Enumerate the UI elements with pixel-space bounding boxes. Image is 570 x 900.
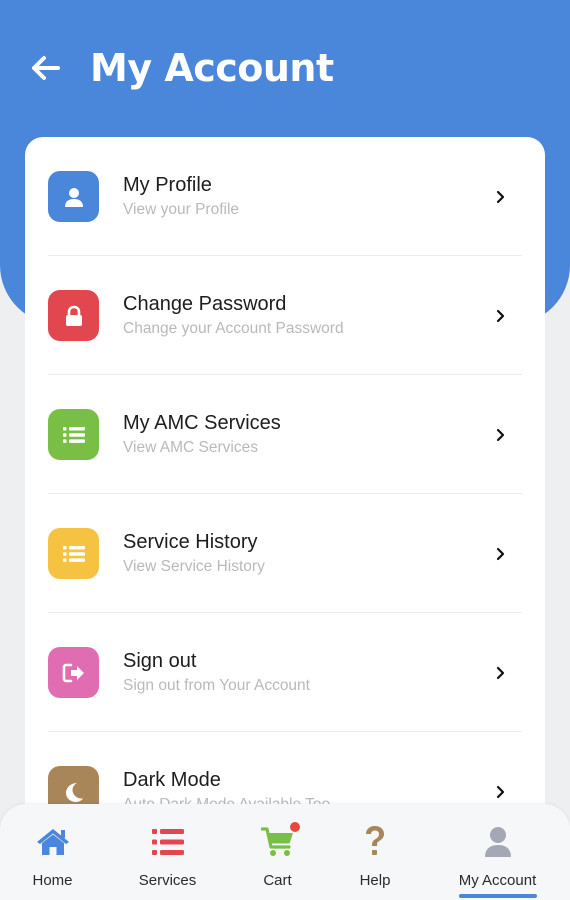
- lock-icon: [65, 305, 82, 326]
- user-icon: [64, 187, 83, 207]
- nav-label: My Account: [458, 872, 537, 889]
- bottom-navigation: Home Services Cart Help My Account: [0, 804, 570, 900]
- cart-icon: [260, 827, 293, 856]
- user-icon: [484, 827, 511, 857]
- menu-item-my-profile[interactable]: My Profile View your Profile: [48, 137, 522, 256]
- chevron-right-icon: [490, 187, 510, 207]
- list-icon: [62, 426, 85, 443]
- page-title: My Account: [90, 46, 334, 90]
- menu-item-subtitle: Sign out from Your Account: [123, 677, 310, 694]
- list-icon: [62, 545, 85, 562]
- menu-item-subtitle: View AMC Services: [123, 439, 258, 456]
- history-icon-badge: [48, 528, 99, 579]
- question-icon: [366, 826, 384, 855]
- menu-item-title: Dark Mode: [123, 769, 221, 791]
- menu-item-my-amc-services[interactable]: My AMC Services View AMC Services: [48, 375, 522, 494]
- chevron-right-icon: [490, 306, 510, 326]
- moon-icon: [65, 782, 83, 802]
- menu-item-subtitle: View Service History: [123, 558, 265, 575]
- nav-item-cart[interactable]: Cart: [230, 804, 325, 900]
- active-tab-indicator: [458, 894, 537, 898]
- menu-item-subtitle: View your Profile: [123, 201, 240, 218]
- nav-label: Help: [359, 872, 391, 889]
- nav-label: Services: [138, 872, 197, 889]
- chevron-right-icon: [490, 663, 510, 683]
- nav-label: Cart: [263, 872, 292, 889]
- nav-item-help[interactable]: Help: [325, 804, 425, 900]
- nav-label: Home: [32, 872, 73, 889]
- password-icon-badge: [48, 290, 99, 341]
- menu-item-title: Service History: [123, 531, 258, 553]
- chevron-right-icon: [490, 425, 510, 445]
- nav-item-services[interactable]: Services: [105, 804, 230, 900]
- menu-item-title: Sign out: [123, 650, 197, 672]
- chevron-right-icon: [490, 544, 510, 564]
- menu-item-service-history[interactable]: Service History View Service History: [48, 494, 522, 613]
- back-button[interactable]: [30, 52, 62, 84]
- menu-item-change-password[interactable]: Change Password Change your Account Pass…: [48, 256, 522, 375]
- arrow-left-icon: [32, 56, 60, 80]
- menu-item-subtitle: Change your Account Password: [123, 320, 344, 337]
- cart-badge: [289, 822, 300, 832]
- profile-icon-badge: [48, 171, 99, 222]
- list-icon: [151, 829, 184, 855]
- chevron-right-icon: [490, 782, 510, 802]
- app-header: My Account: [0, 0, 570, 136]
- menu-item-title: My Profile: [123, 174, 212, 196]
- amc-icon-badge: [48, 409, 99, 460]
- home-icon: [36, 829, 69, 855]
- sign-out-icon-badge: [48, 647, 99, 698]
- menu-item-title: Change Password: [123, 293, 287, 315]
- nav-item-home[interactable]: Home: [0, 804, 105, 900]
- menu-item-title: My AMC Services: [123, 412, 281, 434]
- nav-item-my-account[interactable]: My Account: [425, 804, 570, 900]
- menu-item-sign-out[interactable]: Sign out Sign out from Your Account: [48, 613, 522, 732]
- account-menu-card: My Profile View your Profile Change Pass…: [25, 137, 545, 837]
- sign-out-icon: [62, 663, 84, 682]
